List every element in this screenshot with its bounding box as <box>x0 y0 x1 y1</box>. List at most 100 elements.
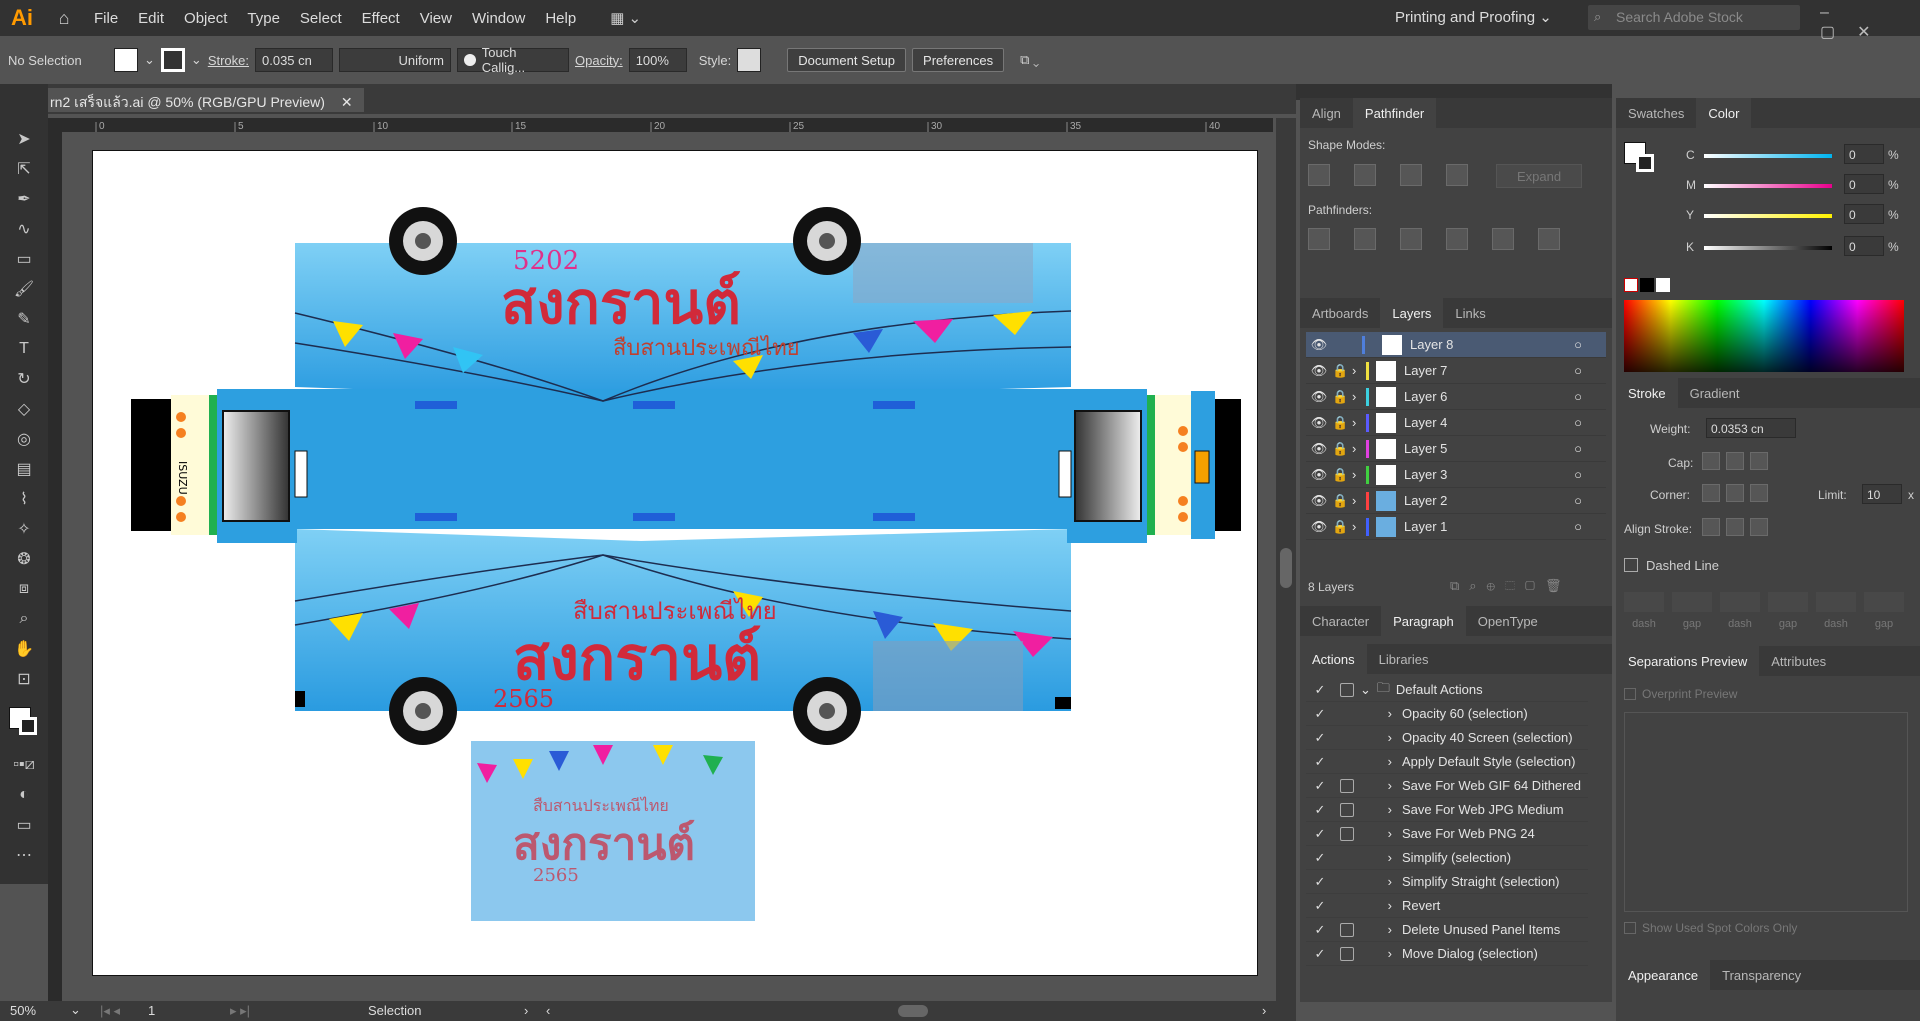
tab-align[interactable]: Align <box>1300 98 1353 128</box>
check-icon[interactable]: ✓ <box>1306 778 1334 794</box>
lock-icon[interactable]: 🔒 <box>1332 389 1352 405</box>
tab-paragraph[interactable]: Paragraph <box>1381 606 1466 636</box>
projecting-cap-icon[interactable] <box>1750 452 1768 470</box>
channel-y-field[interactable]: 0 <box>1844 204 1884 224</box>
tab-layers[interactable]: Layers <box>1380 298 1444 328</box>
zoom-level[interactable]: 50% <box>10 1003 36 1018</box>
preferences-button[interactable]: Preferences <box>912 48 1005 72</box>
eraser-tool-icon[interactable]: ◇ <box>0 394 48 424</box>
check-icon[interactable]: ✓ <box>1306 874 1334 890</box>
layer-row[interactable]: 👁 🔒 › Layer 5 ○ <box>1306 436 1606 462</box>
overprint-checkbox[interactable] <box>1624 688 1636 700</box>
chevron-right-icon[interactable]: › <box>1354 778 1402 793</box>
artboard[interactable]: 5202 สงกรานต์ สืบสานประเพณีไทย ISUZU สืบ… <box>92 150 1258 976</box>
round-cap-icon[interactable] <box>1726 452 1744 470</box>
variable-width-profile[interactable]: Uniform <box>339 48 451 72</box>
layer-row[interactable]: 👁 🔒 › Layer 6 ○ <box>1306 384 1606 410</box>
check-icon[interactable]: ✓ <box>1306 730 1334 746</box>
layer-name[interactable]: Layer 6 <box>1404 389 1447 404</box>
menu-select[interactable]: Select <box>290 10 352 27</box>
action-item[interactable]: ✓ › Apply Default Style (selection) <box>1306 750 1588 774</box>
check-icon[interactable]: ✓ <box>1306 706 1334 722</box>
chevron-right-icon[interactable]: › <box>1352 389 1366 404</box>
chevron-right-icon[interactable]: › <box>1352 519 1366 534</box>
target-icon[interactable]: ○ <box>1574 519 1582 534</box>
tab-artboards[interactable]: Artboards <box>1300 298 1380 328</box>
page-nav-next-icons[interactable]: ▸ ▸| <box>230 1003 250 1019</box>
tab-attributes[interactable]: Attributes <box>1759 646 1838 676</box>
dash-field[interactable] <box>1720 592 1760 612</box>
rotate-tool-icon[interactable]: ↻ <box>0 364 48 394</box>
check-icon[interactable]: ✓ <box>1306 850 1334 866</box>
chevron-right-icon[interactable]: › <box>1334 730 1402 745</box>
minus-back-icon[interactable] <box>1538 228 1560 250</box>
artboard-tool-icon[interactable]: ⧈ <box>0 574 48 604</box>
fill-swatch[interactable] <box>114 48 138 72</box>
dash-field[interactable] <box>1624 592 1664 612</box>
layer-row[interactable]: 👁 🔒 › Layer 3 ○ <box>1306 462 1606 488</box>
chevron-right-icon[interactable]: › <box>1352 441 1366 456</box>
action-item[interactable]: ✓ › Save For Web GIF 64 Dithered <box>1306 774 1588 798</box>
scroll-left-icon[interactable]: ‹ <box>546 1003 550 1018</box>
chevron-right-icon[interactable]: › <box>1352 493 1366 508</box>
target-icon[interactable]: ○ <box>1574 441 1582 456</box>
lock-icon[interactable]: 🔒 <box>1332 441 1352 457</box>
round-join-icon[interactable] <box>1726 484 1744 502</box>
tab-character[interactable]: Character <box>1300 606 1381 636</box>
tab-actions[interactable]: Actions <box>1300 644 1367 674</box>
eye-icon[interactable]: 👁 <box>1306 415 1332 431</box>
chevron-right-icon[interactable]: › <box>1352 363 1366 378</box>
horizontal-scroll-thumb[interactable] <box>898 1005 928 1017</box>
chevron-down-icon[interactable]: ⌄ <box>1360 682 1371 698</box>
divide-icon[interactable] <box>1308 228 1330 250</box>
align-inside-stroke-icon[interactable] <box>1726 518 1744 536</box>
chevron-right-icon[interactable]: › <box>1334 898 1402 913</box>
color-mode-icon[interactable]: ▫▪⧄ <box>0 750 48 780</box>
action-set[interactable]: ✓ ⌄ 🗀 Default Actions <box>1306 678 1588 702</box>
play-icon[interactable]: › <box>524 1003 528 1018</box>
action-item[interactable]: ✓ › Revert <box>1306 894 1588 918</box>
symbol-sprayer-tool-icon[interactable]: ❂ <box>0 544 48 574</box>
menu-view[interactable]: View <box>410 10 462 27</box>
merge-icon[interactable] <box>1400 228 1422 250</box>
layer-row[interactable]: 👁 🔒 › Layer 1 ○ <box>1306 514 1606 540</box>
check-icon[interactable]: ✓ <box>1306 826 1334 842</box>
exclude-icon[interactable] <box>1446 164 1468 186</box>
scroll-thumb[interactable] <box>1280 548 1292 588</box>
document-setup-button[interactable]: Document Setup <box>787 48 907 72</box>
expand-button[interactable]: Expand <box>1496 164 1582 188</box>
trim-icon[interactable] <box>1354 228 1376 250</box>
layer-name[interactable]: Layer 8 <box>1410 337 1453 352</box>
selection-tool-icon[interactable]: ➤ <box>0 124 48 154</box>
action-item[interactable]: ✓ › Simplify Straight (selection) <box>1306 870 1588 894</box>
check-icon[interactable]: ✓ <box>1306 946 1334 962</box>
eyedropper-tool-icon[interactable]: ⌇ <box>0 484 48 514</box>
action-item[interactable]: ✓ › Opacity 60 (selection) <box>1306 702 1588 726</box>
layer-row[interactable]: 👁 Layer 8 ○ <box>1306 332 1606 358</box>
align-outside-stroke-icon[interactable] <box>1750 518 1768 536</box>
chevron-right-icon[interactable]: › <box>1354 922 1402 937</box>
target-icon[interactable]: ○ <box>1574 389 1582 404</box>
layer-name[interactable]: Layer 2 <box>1404 493 1447 508</box>
weight-field[interactable]: 0.0353 cn <box>1706 418 1796 438</box>
gap-field[interactable] <box>1672 592 1712 612</box>
type-tool-icon[interactable]: T <box>0 334 48 364</box>
dialog-toggle[interactable] <box>1340 682 1354 697</box>
paintbrush-tool-icon[interactable]: 🖌 <box>0 274 48 304</box>
layer-row[interactable]: 👁 🔒 › Layer 2 ○ <box>1306 488 1606 514</box>
hand-tool-icon[interactable]: ✋ <box>0 634 48 664</box>
channel-y-slider[interactable] <box>1704 214 1832 218</box>
dialog-toggle[interactable] <box>1340 922 1354 937</box>
tab-stroke[interactable]: Stroke <box>1616 378 1678 408</box>
action-item[interactable]: ✓ › Move Dialog (selection) <box>1306 942 1588 966</box>
layer-row[interactable]: 👁 🔒 › Layer 7 ○ <box>1306 358 1606 384</box>
warp-tool-icon[interactable]: ◎ <box>0 424 48 454</box>
minus-front-icon[interactable] <box>1354 164 1376 186</box>
document-tab[interactable]: rn2 เสร็จแล้ว.ai @ 50% (RGB/GPU Preview)… <box>48 88 364 112</box>
chevron-right-icon[interactable]: › <box>1354 826 1402 841</box>
channel-k-field[interactable]: 0 <box>1844 236 1884 256</box>
curvature-tool-icon[interactable]: ∿ <box>0 214 48 244</box>
brush-definition[interactable]: Touch Callig... <box>457 45 569 75</box>
channel-m-slider[interactable] <box>1704 184 1832 188</box>
puppet-warp-tool-icon[interactable]: ✧ <box>0 514 48 544</box>
